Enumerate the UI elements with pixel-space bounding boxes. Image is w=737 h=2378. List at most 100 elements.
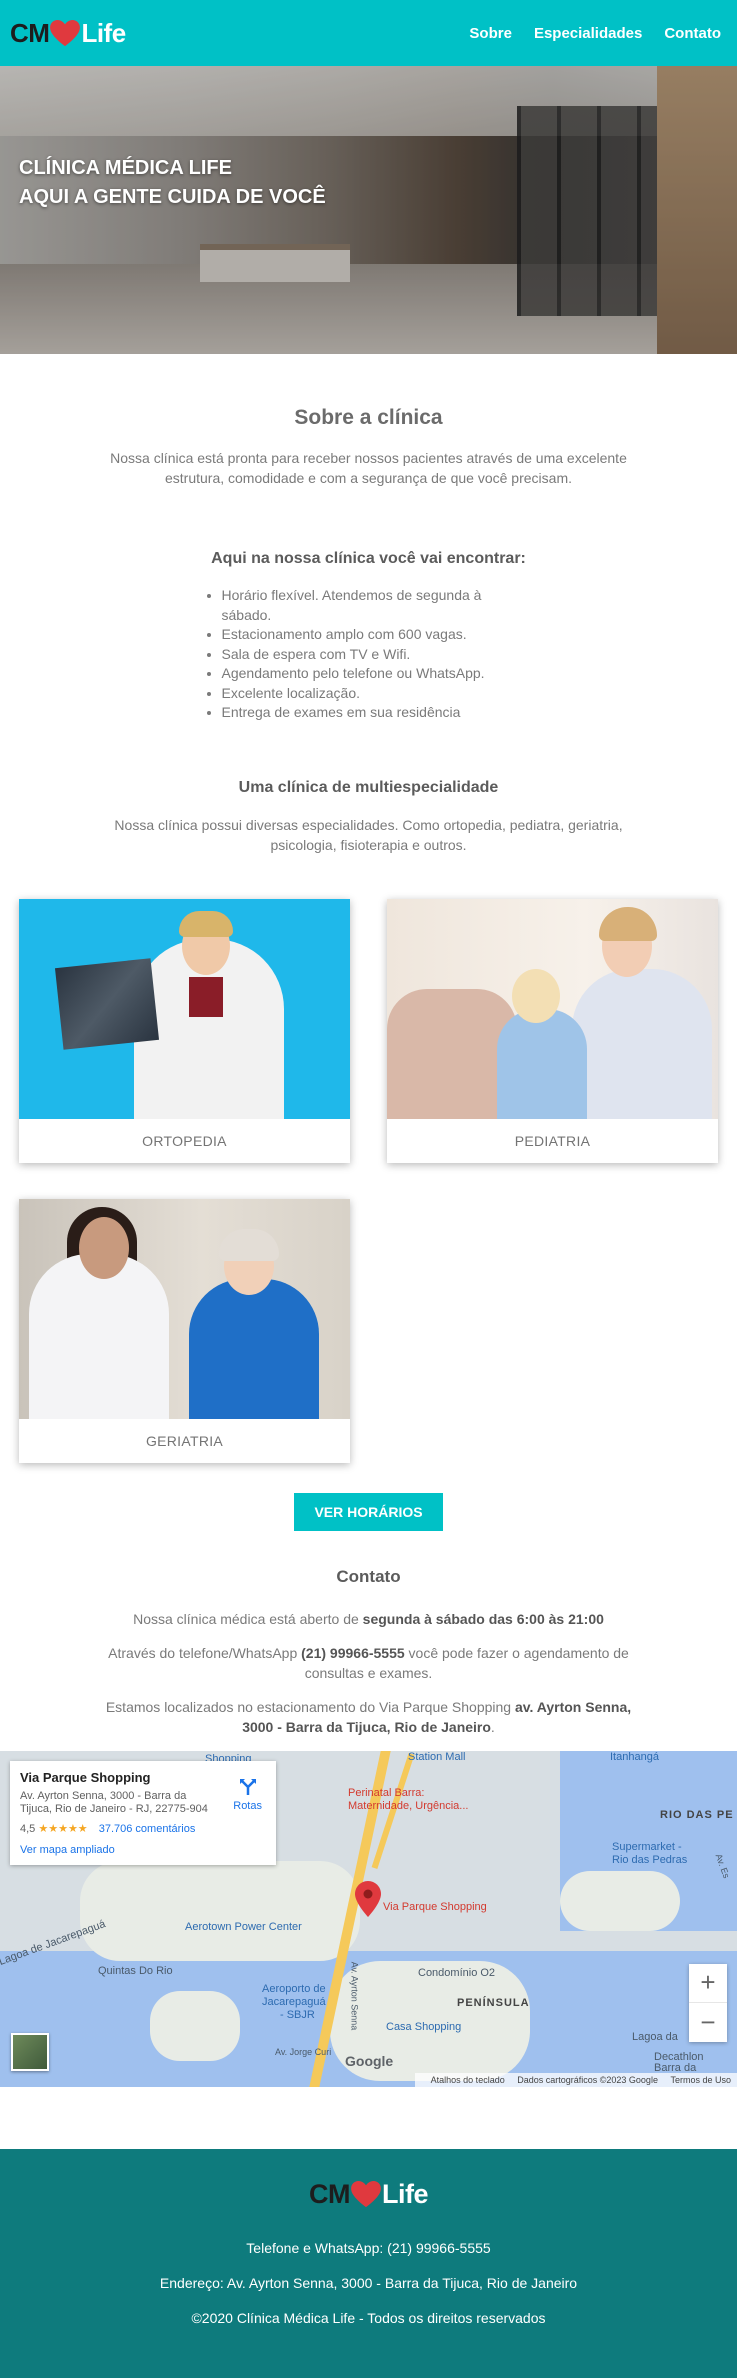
map-larger-link[interactable]: Ver mapa ampliado [20,1844,266,1856]
map-label-peninsula: PENÍNSULA [457,1996,530,2009]
map-place-rating: 4,5 ★★★★★ 37.706 comentários [20,1822,266,1835]
specialty-card-pediatria[interactable]: PEDIATRIA [387,898,718,1163]
hero-title-line-2: AQUI A GENTE CUIDA DE VOCÊ [19,186,326,208]
doctor-hair [179,910,233,937]
specialties-section: Uma clínica de multiespecialidade Nossa … [0,723,737,855]
map-label-supermarket: Supermarket - [612,1840,682,1853]
contact-address-text: Estamos localizados no estacionamento do… [105,1698,515,1715]
contact-phone-text: Através do telefone/WhatsApp [108,1644,302,1661]
xray-film [54,957,160,1050]
main-nav: Sobre Especialidades Contato [469,25,721,42]
map-label-aeroporto-2: Jacarepaguá [262,1995,326,2008]
google-map[interactable]: Shopping Station Mall Itanhangá Perinata… [0,1750,737,2087]
nav-link-contato[interactable]: Contato [664,25,721,42]
features-list: Horário flexível. Atendemos de segunda à… [204,586,534,723]
specialties-text: Nossa clínica possui diversas especialid… [114,816,623,853]
feature-item: Horário flexível. Atendemos de segunda à… [222,586,534,625]
ortopedia-photo [19,898,350,1119]
map-reviews-link[interactable]: 37.706 comentários [99,1823,196,1835]
ver-horarios-button[interactable]: VER HORÁRIOS [294,1492,443,1531]
feature-item: Estacionamento amplo com 600 vagas. [222,625,534,645]
specialty-card-label: PEDIATRIA [514,1132,591,1149]
contact-phone: Através do telefone/WhatsApp (21) 99966-… [90,1643,647,1683]
map-pin-icon[interactable] [355,1880,381,1917]
hero-banner: CLÍNICA MÉDICA LIFE AQUI A GENTE CUIDA D… [0,66,737,354]
map-label-av-ayrton: Av. Ayrton Senna [349,1961,360,2030]
footer-copyright: ©2020 Clínica Médica Life - Todos os dir… [191,2309,546,2326]
rating-stars-icon: ★★★★★ [38,1822,88,1835]
footer-phone: Telefone e WhatsApp: (21) 99966-5555 [246,2239,491,2256]
features-section: Aqui na nossa clínica você vai encontrar… [0,488,737,723]
map-satellite-toggle[interactable] [11,2032,49,2071]
map-label-lagoa-da: Lagoa da [632,2030,678,2043]
logo-cm-text: CM [10,17,50,48]
map-zoom-controls: + − [689,1963,727,2042]
pediatria-photo [387,898,718,1119]
site-logo[interactable]: CM Life [10,18,126,49]
about-section: Sobre a clínica Nossa clínica está pront… [0,354,737,488]
zoom-in-button[interactable]: + [689,1964,727,2003]
map-land-west [80,1860,360,1961]
doctor-hair [599,906,657,941]
map-label-rio-das-pedras: RIO DAS PE [660,1808,734,1821]
map-land-rio-das-pedras [560,1870,680,1931]
map-info-card: Via Parque Shopping Av. Ayrton Senna, 30… [10,1760,276,1865]
heart-icon [50,19,81,46]
contact-address-end: . [490,1718,495,1735]
nav-link-especialidades[interactable]: Especialidades [534,25,642,42]
map-label-via-parque: Via Parque Shopping [383,1900,487,1913]
schedule-button-wrap: VER HORÁRIOS [0,1463,737,1531]
map-directions-button[interactable]: Rotas [233,1777,262,1812]
nav-link-sobre[interactable]: Sobre [469,25,512,42]
heart-icon [351,2180,381,2207]
footer-logo: CM Life [0,2179,737,2210]
specialty-card-label: GERIATRIA [145,1432,224,1449]
map-label-perinatal: Perinatal Barra: [348,1786,425,1799]
map-label-station-mall: Station Mall [408,1750,466,1763]
contact-hours: Nossa clínica médica está aberto de segu… [90,1609,647,1629]
map-terms-link[interactable]: Termos de Uso [670,2075,731,2085]
map-place-address: Av. Ayrton Senna, 3000 - Barra da Tijuca… [20,1789,208,1815]
doctor-body [572,968,712,1119]
about-text: Nossa clínica está pronta para receber n… [110,450,627,486]
feature-item: Entrega de exames em sua residência [222,703,534,723]
specialties-title: Uma clínica de multiespecialidade [238,778,499,796]
patient-body [189,1278,319,1419]
feature-item: Sala de espera com TV e Wifi. [222,645,534,665]
map-land-quintas [150,1990,240,2061]
doctor-shirt [189,976,223,1017]
zoom-out-button[interactable]: − [689,2003,727,2042]
map-place-name: Via Parque Shopping [20,1769,151,1785]
map-label-perinatal-2: Maternidade, Urgência... [348,1799,469,1812]
hero-title: CLÍNICA MÉDICA LIFE AQUI A GENTE CUIDA D… [19,154,326,212]
child-body [497,1008,587,1119]
map-label-aerotown: Aerotown Power Center [185,1920,302,1933]
feature-item: Excelente localização. [222,684,534,704]
contact-title: Contato [336,1566,401,1586]
specialty-card-geriatria[interactable]: GERIATRIA [19,1198,350,1463]
site-header: CM Life Sobre Especialidades Contato [0,0,737,66]
specialty-card-label: ORTOPEDIA [142,1132,227,1149]
map-directions-label: Rotas [233,1799,262,1812]
specialty-cards: ORTOPEDIA PEDIATRIA GERIATRIA [0,855,737,1463]
map-label-condominio: Condomínio O2 [418,1966,496,1979]
contact-hours-text: Nossa clínica médica está aberto de [133,1610,363,1627]
patient-hair [219,1228,279,1261]
about-title: Sobre a clínica [294,406,443,429]
map-label-aeroporto-3: - SBJR [280,2008,315,2021]
map-label-av-jorge: Av. Jorge Curi [275,2046,332,2057]
contact-phone-number: (21) 99966-5555 [301,1644,405,1661]
map-label-aeroporto: Aeroporto de [262,1982,326,1995]
footer-logo-cm: CM [308,2178,351,2209]
hero-title-line-1: CLÍNICA MÉDICA LIFE [19,157,232,179]
logo-life-text: Life [81,17,126,48]
directions-icon [239,1778,256,1795]
contact-hours-bold: segunda à sábado das 6:00 às 21:00 [362,1610,604,1627]
map-label-itanhanga: Itanhangá [610,1750,659,1763]
google-logo: Google [345,2052,394,2069]
specialty-card-ortopedia[interactable]: ORTOPEDIA [19,898,350,1163]
footer-address: Endereço: Av. Ayrton Senna, 3000 - Barra… [159,2274,578,2291]
map-shortcuts-link[interactable]: Atalhos do teclado [431,2075,505,2085]
map-rating-value: 4,5 [20,1822,36,1835]
contact-section: Contato Nossa clínica médica está aberto… [0,1531,737,1737]
